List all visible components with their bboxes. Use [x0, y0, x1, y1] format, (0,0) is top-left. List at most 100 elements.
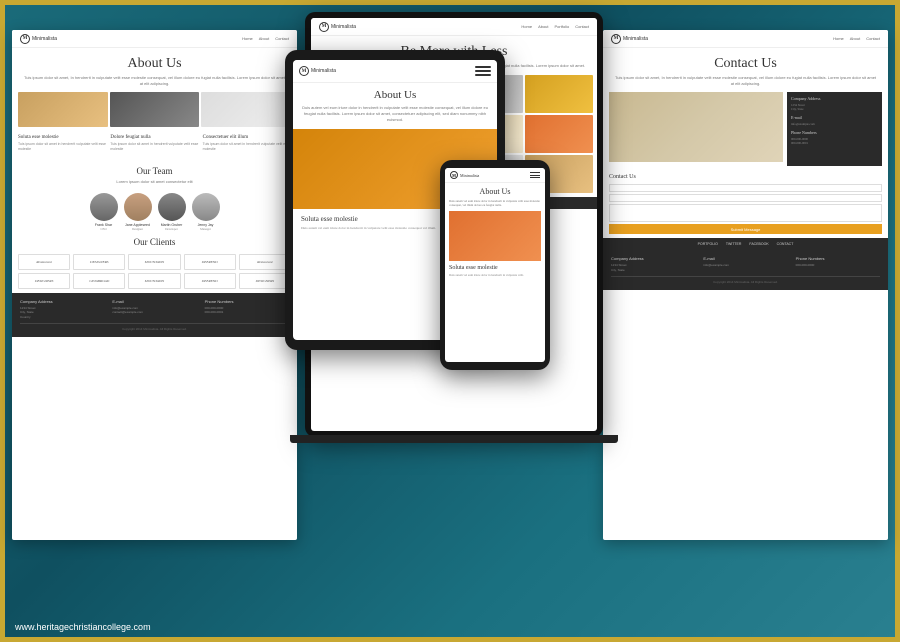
footer-email-title: E-mail	[112, 299, 196, 304]
client-1: Restaurant	[18, 254, 70, 270]
team-member-3: Martin Gruber Developer	[158, 193, 186, 231]
phone-device: M Minimalista About Us Duis autem vel eu…	[440, 160, 550, 370]
nav-contact[interactable]: Contact	[275, 36, 289, 41]
phone-title: About Us	[449, 187, 541, 196]
contact-nav: Home About Contact	[833, 36, 880, 41]
contact-email-title: E-mail	[791, 115, 878, 120]
team-member-1: Frank Shar CEO	[90, 193, 118, 231]
contact-dark-nav: PORTFOLIO TWITTER FACEBOOK CONTACT	[603, 238, 888, 250]
team-avatar-3	[158, 193, 186, 221]
about-card-logo: M Minimalista	[20, 34, 57, 44]
contact-address-title: Company Address	[791, 96, 878, 101]
team-avatar-4	[192, 193, 220, 221]
phone-hamburger[interactable]	[530, 172, 540, 178]
contact-footer-email-text: info@example.com	[703, 263, 787, 268]
contact-footer-row: Company Address 1234 StreetCity, State E…	[611, 256, 880, 272]
contact-dark-nav-twitter[interactable]: TWITTER	[726, 242, 742, 246]
phone-logo: M Minimalista	[450, 171, 479, 179]
tablet-header: M Minimalista	[293, 60, 497, 83]
client-3: MOUNTAINS	[128, 254, 180, 270]
about-images-row	[12, 92, 297, 127]
middle-logo-name: Minimalista	[331, 24, 356, 30]
contact-nav-about[interactable]: About	[850, 36, 860, 41]
contact-info-dark: Company Address 1234 StreetCity, State E…	[787, 92, 882, 166]
middle-nav-contact[interactable]: Contact	[575, 24, 589, 29]
contact-phone-title: Phone Numbers	[791, 130, 878, 135]
form-title: Contact Us	[609, 174, 882, 180]
form-email[interactable]	[609, 194, 882, 202]
contact-footer-bottom: Copyright 2014 Minimalista. All Rights R…	[611, 276, 880, 284]
client-9: DEEREND	[184, 273, 236, 289]
nav-home[interactable]: Home	[242, 36, 253, 41]
content-title-1: Soluta esse molestie	[18, 135, 106, 140]
team-member-4: Jenny Jay Manager	[192, 193, 220, 231]
content-title-2: Dolore feugiat nulla	[110, 135, 198, 140]
website-url: www.heritagechristiancollege.com	[15, 622, 151, 632]
middle-card-header: M Minimalista Home About Portfolio Conta…	[311, 18, 597, 36]
content-block-2: Dolore feugiat nulla Tuis ipsum dolor si…	[110, 135, 198, 152]
contact-nav-contact[interactable]: Contact	[866, 36, 880, 41]
footer-phone-text: 000-000-0000000-000-0001	[205, 306, 289, 315]
about-img-3	[201, 92, 291, 127]
contact-footer-email-title: E-mail	[703, 256, 787, 261]
middle-logo-icon: M	[319, 22, 329, 32]
contact-card-footer: Company Address 1234 StreetCity, State E…	[603, 250, 888, 290]
tablet-logo-name: Minimalista	[311, 68, 336, 74]
client-8: MOUNTAINS	[128, 273, 180, 289]
phone-header: M Minimalista	[445, 168, 545, 183]
tablet-logo-icon: M	[299, 66, 309, 76]
middle-nav-portfolio[interactable]: Portfolio	[555, 24, 570, 29]
contact-footer-address-title: Company Address	[611, 256, 695, 261]
nav-about[interactable]: About	[259, 36, 269, 41]
team-role-1: CEO	[90, 227, 118, 231]
gallery-8	[525, 115, 593, 153]
about-card-nav: Home About Contact	[242, 36, 289, 41]
tablet-text: Duis autem vel eum iriure dolor in hendr…	[293, 105, 497, 129]
team-role-3: Developer	[158, 227, 186, 231]
bottom-border	[0, 637, 900, 642]
about-subtitle: Tuis ipsum dolor sit amet, In hendrerit …	[22, 75, 287, 86]
contact-nav-home[interactable]: Home	[833, 36, 844, 41]
form-submit-text: Submit Message	[731, 227, 761, 232]
team-role-2: Designer	[124, 227, 152, 231]
middle-nav-home[interactable]: Home	[521, 24, 532, 29]
about-card-header: M Minimalista Home About Contact	[12, 30, 297, 48]
top-border	[0, 0, 900, 5]
left-border	[0, 0, 5, 642]
about-img-2	[110, 92, 200, 127]
form-name[interactable]	[609, 184, 882, 192]
contact-phone-text: 000-000-0000000-000-0001	[791, 137, 878, 145]
tablet-logo: M Minimalista	[299, 66, 336, 76]
contact-subtitle: Tuis ipsum dolor sit amet, In hendrerit …	[613, 75, 878, 86]
team-description: Lorem ipsum dolor sit amet consectetur e…	[12, 179, 297, 189]
logo-name: Minimalista	[32, 36, 57, 42]
gallery-4	[525, 75, 593, 113]
form-submit-btn[interactable]: Submit Message	[609, 224, 882, 234]
tablet-hamburger[interactable]	[475, 64, 491, 78]
contact-footer-email: E-mail info@example.com	[703, 256, 787, 272]
right-border	[895, 0, 900, 642]
contact-logo: M Minimalista	[611, 34, 648, 44]
contact-logo-icon: M	[611, 34, 621, 44]
content-text-2: Tuis ipsum dolor sit amet in hendrerit v…	[110, 142, 198, 152]
footer-phone-title: Phone Numbers	[205, 299, 289, 304]
form-message[interactable]	[609, 204, 882, 222]
phone-content: About Us Duis autem vel eum iriure dolor…	[445, 183, 545, 282]
about-content: Soluta esse molestie Tuis ipsum dolor si…	[12, 131, 297, 160]
middle-nav-about[interactable]: About	[538, 24, 548, 29]
team-avatar-1	[90, 193, 118, 221]
content-block-3: Consectetuer elit illum Tuis ipsum dolor…	[203, 135, 291, 152]
contact-footer-phone: Phone Numbers 000-000-0000	[796, 256, 880, 272]
contact-dark-nav-portfolio[interactable]: PORTFOLIO	[698, 242, 718, 246]
contact-us-card: M Minimalista Home About Contact Contact…	[603, 30, 888, 540]
about-card-footer: Company Address 1234 StreetCity, StateCo…	[12, 293, 297, 338]
contact-footer-phone-title: Phone Numbers	[796, 256, 880, 261]
footer-address-col: Company Address 1234 StreetCity, StateCo…	[20, 299, 104, 320]
footer-copyright: Copyright 2014 Minimalista. All Rights R…	[20, 327, 289, 331]
contact-top-section: Company Address 1234 StreetCity, State E…	[603, 92, 888, 170]
contact-dark-nav-contact[interactable]: CONTACT	[777, 242, 794, 246]
clients-grid: Restaurant DESIGNERS MOUNTAINS DEEREND R…	[12, 250, 297, 293]
contact-form: Contact Us Submit Message	[603, 170, 888, 238]
contact-dark-nav-facebook[interactable]: FACEBOOK	[749, 242, 768, 246]
contact-title: Contact Us	[613, 56, 878, 72]
